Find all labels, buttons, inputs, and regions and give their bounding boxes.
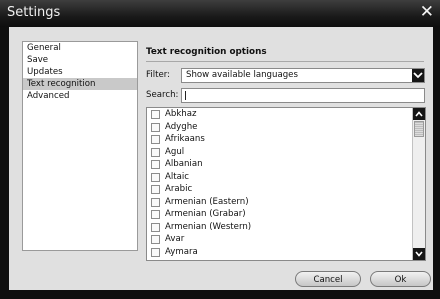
title-bar[interactable]: Settings ✕: [0, 0, 440, 27]
list-item[interactable]: Afrikaans: [147, 133, 425, 146]
language-checkbox[interactable]: [151, 197, 160, 207]
filter-label: Filter:: [146, 70, 171, 80]
sidebar-item-advanced[interactable]: Advanced: [23, 90, 137, 102]
language-checkbox[interactable]: [151, 110, 160, 119]
language-checkbox[interactable]: [151, 135, 160, 144]
ok-button[interactable]: Ok: [370, 271, 431, 287]
list-item[interactable]: Agul: [147, 146, 425, 159]
list-item[interactable]: Albanian: [147, 158, 425, 171]
language-label: Armenian (Eastern): [165, 196, 249, 207]
language-checkbox[interactable]: [151, 222, 160, 232]
language-checkbox[interactable]: [151, 160, 160, 169]
chevron-up-icon[interactable]: [413, 108, 425, 120]
sidebar-item-label: Text recognition: [27, 79, 96, 89]
list-item[interactable]: Arabic: [147, 183, 425, 196]
chevron-down-icon[interactable]: [413, 248, 425, 260]
language-label: Adyghe: [165, 121, 198, 132]
language-label: Afrikaans: [165, 134, 205, 144]
cancel-button[interactable]: Cancel: [295, 271, 361, 287]
language-checkbox[interactable]: [151, 247, 160, 257]
language-checkbox[interactable]: [151, 172, 160, 182]
language-checkbox[interactable]: [151, 122, 160, 132]
language-checkbox[interactable]: [151, 185, 160, 194]
language-checkbox[interactable]: [151, 147, 160, 157]
section-title: Text recognition options: [146, 47, 267, 57]
search-label: Search:: [146, 90, 179, 100]
list-item[interactable]: Adyghe: [147, 121, 425, 134]
dialog-body: General Save Updates Text recognition Ad…: [9, 27, 433, 290]
language-list[interactable]: Abkhaz Adyghe Afrikaans Agul Albanian Al…: [146, 107, 426, 261]
sidebar-item-text-recognition[interactable]: Text recognition: [23, 78, 137, 90]
list-item[interactable]: Armenian (Western): [147, 221, 425, 234]
list-scrollbar[interactable]: [412, 108, 425, 260]
sidebar-item-label: Advanced: [27, 91, 70, 101]
language-label: Armenian (Western): [165, 221, 252, 232]
language-label: Avar: [165, 234, 185, 244]
language-checkbox[interactable]: [151, 210, 160, 219]
filter-value: Show available languages: [186, 70, 298, 80]
language-label: Aymara: [165, 246, 198, 257]
list-item[interactable]: Armenian (Grabar): [147, 208, 425, 221]
language-checkbox[interactable]: [151, 235, 160, 244]
list-item[interactable]: Avar: [147, 233, 425, 246]
chevron-down-icon[interactable]: [412, 69, 424, 82]
list-item[interactable]: Armenian (Eastern): [147, 196, 425, 209]
filter-dropdown[interactable]: Show available languages: [181, 68, 425, 83]
scroll-thumb[interactable]: [414, 121, 424, 137]
settings-window: Settings ✕ General Save Updates Text rec…: [0, 0, 440, 299]
list-item[interactable]: Altaic: [147, 171, 425, 184]
text-caret: [185, 91, 186, 100]
language-label: Altaic: [165, 171, 190, 182]
language-label: Arabic: [165, 184, 193, 194]
language-label: Agul: [165, 146, 185, 157]
sidebar-item-label: General: [27, 43, 61, 53]
list-item[interactable]: Abkhaz: [147, 108, 425, 121]
language-label: Armenian (Grabar): [165, 209, 246, 219]
sidebar-item-updates[interactable]: Updates: [23, 66, 137, 78]
search-input[interactable]: [181, 88, 425, 103]
window-title: Settings: [7, 5, 61, 20]
sidebar-item-general[interactable]: General: [23, 42, 137, 54]
close-icon[interactable]: ✕: [420, 2, 434, 22]
list-item[interactable]: Aymara: [147, 246, 425, 259]
sidebar-item-label: Save: [27, 55, 49, 65]
settings-nav: General Save Updates Text recognition Ad…: [22, 41, 138, 251]
section-divider: [146, 61, 424, 62]
language-label: Albanian: [165, 159, 203, 169]
sidebar-item-label: Updates: [27, 67, 63, 77]
language-label: Abkhaz: [165, 109, 197, 119]
sidebar-item-save[interactable]: Save: [23, 54, 137, 66]
